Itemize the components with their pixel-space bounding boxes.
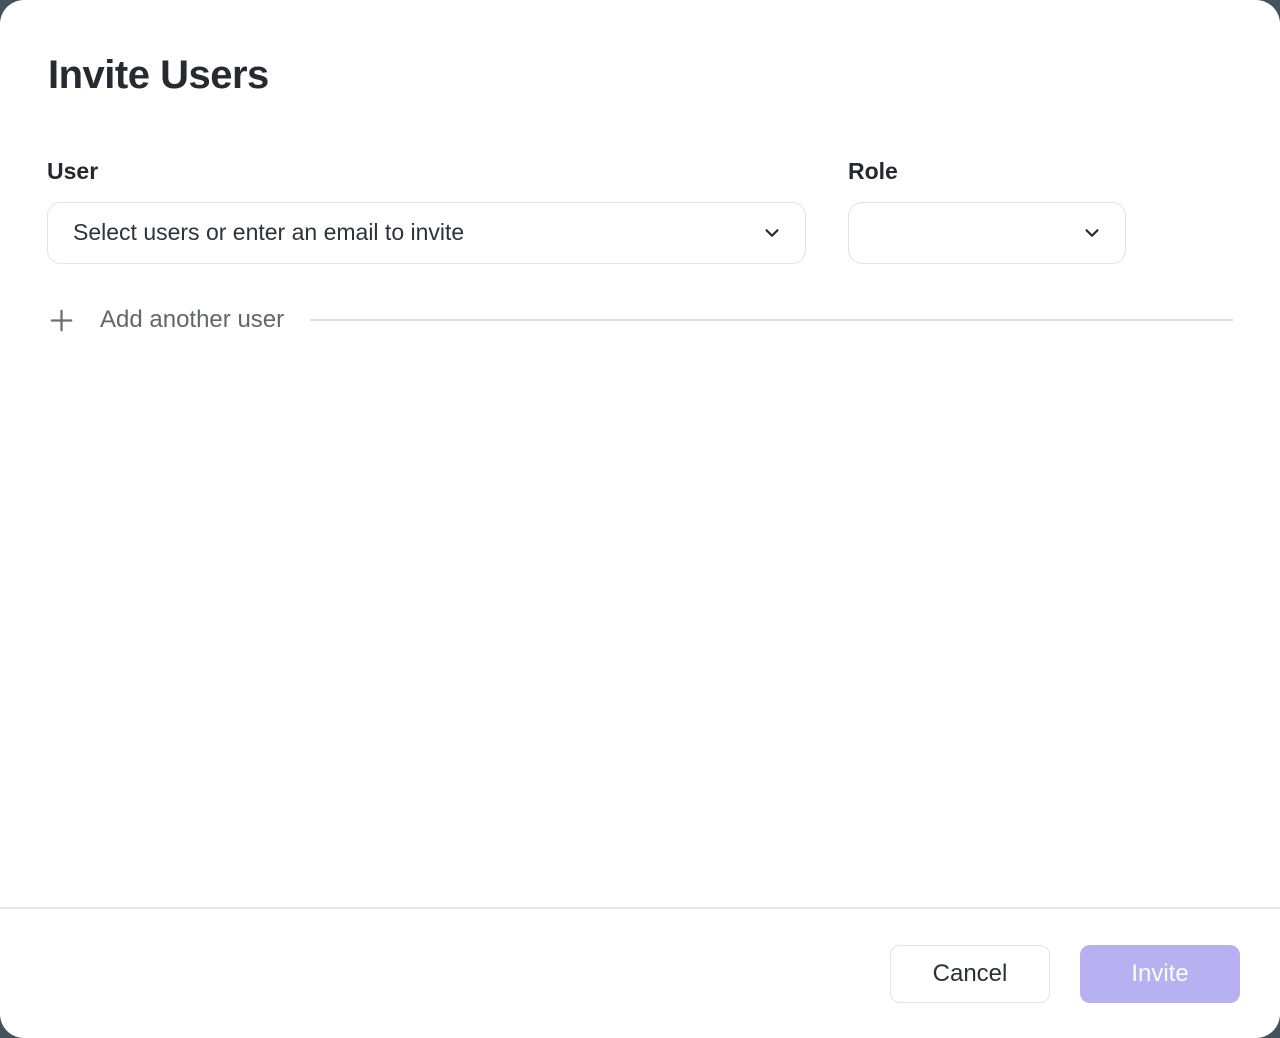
user-select[interactable]: Select users or enter an email to invite bbox=[47, 202, 806, 264]
chevron-down-icon bbox=[1081, 222, 1103, 244]
invite-fields-row: User Select users or enter an email to i… bbox=[47, 158, 1233, 264]
role-field: Role bbox=[848, 158, 1126, 264]
user-field: User Select users or enter an email to i… bbox=[47, 158, 806, 264]
modal-footer: Cancel Invite bbox=[0, 907, 1280, 1038]
chevron-down-icon bbox=[761, 222, 783, 244]
modal-body: Invite Users User Select users or enter … bbox=[0, 0, 1280, 907]
add-user-row: Add another user bbox=[47, 306, 1233, 335]
add-another-user-label: Add another user bbox=[100, 306, 284, 335]
add-user-divider bbox=[310, 319, 1233, 321]
page-backdrop: Invite Users User Select users or enter … bbox=[0, 0, 1280, 1038]
role-field-label: Role bbox=[848, 158, 1126, 186]
plus-icon bbox=[47, 306, 76, 335]
modal-title: Invite Users bbox=[48, 52, 1233, 98]
cancel-button[interactable]: Cancel bbox=[890, 945, 1050, 1003]
add-another-user-button[interactable]: Add another user bbox=[47, 306, 284, 335]
invite-button[interactable]: Invite bbox=[1080, 945, 1240, 1003]
role-select[interactable] bbox=[848, 202, 1126, 264]
user-select-placeholder: Select users or enter an email to invite bbox=[73, 219, 464, 246]
invite-users-modal: Invite Users User Select users or enter … bbox=[0, 0, 1280, 1038]
user-field-label: User bbox=[47, 158, 806, 186]
